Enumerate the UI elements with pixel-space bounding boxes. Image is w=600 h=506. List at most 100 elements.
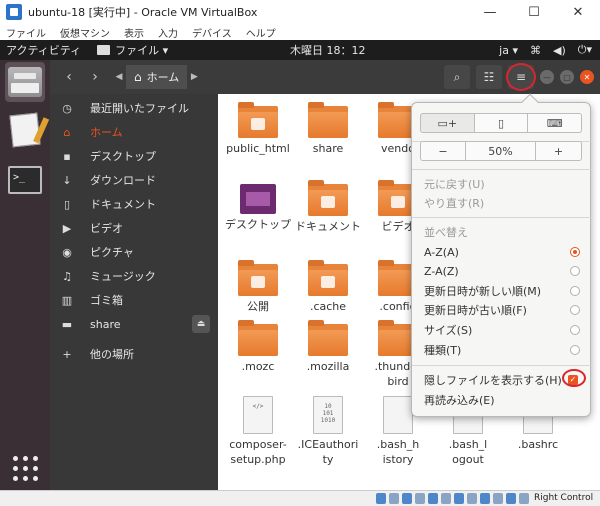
network-icon[interactable]: ⌘ bbox=[530, 44, 541, 57]
network-icon[interactable] bbox=[415, 493, 425, 504]
vbox-statusbar: Right Control bbox=[0, 490, 600, 506]
ubuntu-topbar: アクティビティ ファイル ▾ 木曜日 18：12 ja ▾ ⌘ ◀) ⏻▾ bbox=[0, 40, 600, 60]
input-method-indicator[interactable]: ja ▾ bbox=[499, 44, 518, 57]
sort-type-item[interactable]: 種類(T) bbox=[424, 341, 584, 359]
eject-button[interactable]: ⏏ bbox=[192, 315, 210, 333]
radio[interactable] bbox=[570, 305, 580, 315]
path-scroll-right-button[interactable]: ▶ bbox=[187, 65, 201, 89]
terminal-icon: >_ bbox=[8, 166, 42, 194]
activities-button[interactable]: アクティビティ bbox=[6, 42, 81, 58]
window-close-button[interactable]: ✕ bbox=[580, 70, 594, 84]
menu-devices[interactable]: デバイス bbox=[192, 25, 232, 40]
zoom-level[interactable]: 50% bbox=[466, 141, 536, 161]
back-button[interactable]: ‹ bbox=[58, 66, 80, 88]
show-applications-button[interactable] bbox=[5, 450, 45, 486]
sort-newest-item[interactable]: 更新日時が新しい順(M) bbox=[424, 282, 584, 300]
redo-item[interactable]: やり直す(R) bbox=[424, 194, 584, 212]
radio[interactable] bbox=[570, 345, 580, 355]
menu-view[interactable]: 表示 bbox=[124, 25, 144, 40]
path-home-button[interactable]: ⌂ ホーム bbox=[126, 65, 188, 89]
file-name: .bash_logout bbox=[448, 438, 488, 466]
minimize-button[interactable]: — bbox=[468, 0, 512, 24]
sort-oldest-item[interactable]: 更新日時が古い順(F) bbox=[424, 301, 584, 319]
sidebar-item-other-locations[interactable]: + 他の場所 bbox=[50, 342, 218, 366]
audio-icon[interactable] bbox=[402, 493, 412, 504]
sidebar-item-pictures[interactable]: ◉ ピクチャ bbox=[50, 240, 218, 264]
open-terminal-button[interactable]: ⌨ bbox=[528, 113, 583, 133]
window-maximize-button[interactable]: ▢ bbox=[560, 70, 574, 84]
new-folder-button[interactable]: ▭+ bbox=[420, 113, 475, 133]
close-button[interactable]: ✕ bbox=[556, 0, 600, 24]
sidebar-item-videos[interactable]: ▶ ビデオ bbox=[50, 216, 218, 240]
power-icon[interactable]: ⏻▾ bbox=[578, 43, 592, 57]
file-item[interactable]: 10 101 1010 .ICEauthority bbox=[288, 396, 368, 467]
arrow-icon[interactable] bbox=[519, 493, 529, 504]
volume-icon[interactable]: ◀) bbox=[553, 44, 566, 57]
sidebar-item-home[interactable]: ⌂ ホーム bbox=[50, 120, 218, 144]
dock-terminal[interactable]: >_ bbox=[5, 160, 45, 200]
dock-files[interactable] bbox=[5, 62, 45, 102]
sort-option-label: 更新日時が古い順(F) bbox=[424, 304, 527, 317]
usb-icon[interactable] bbox=[428, 493, 438, 504]
file-item[interactable]: .cache bbox=[288, 260, 368, 314]
file-item[interactable]: .mozc bbox=[218, 320, 298, 374]
sidebar-item-trash[interactable]: ▥ ゴミ箱 bbox=[50, 288, 218, 312]
display-icon[interactable] bbox=[454, 493, 464, 504]
menu-input[interactable]: 入力 bbox=[158, 25, 178, 40]
menu-machine[interactable]: 仮想マシン bbox=[60, 25, 110, 40]
bookmark-button[interactable]: ▯ bbox=[474, 113, 529, 133]
sidebar-item-desktop[interactable]: ▪ デスクトップ bbox=[50, 144, 218, 168]
forward-button[interactable]: › bbox=[84, 66, 106, 88]
view-mode-button[interactable]: ☷ bbox=[476, 65, 502, 89]
file-name: share bbox=[312, 142, 344, 155]
maximize-button[interactable]: ☐ bbox=[512, 0, 556, 24]
zoom-out-button[interactable]: − bbox=[420, 141, 466, 161]
sort-za-item[interactable]: Z-A(Z) bbox=[424, 262, 584, 280]
window-minimize-button[interactable]: — bbox=[540, 70, 554, 84]
file-item[interactable]: public_html bbox=[218, 102, 298, 156]
sidebar-item-label: ダウンロード bbox=[90, 174, 156, 187]
radio[interactable] bbox=[570, 286, 580, 296]
sidebar-item-label: 他の場所 bbox=[90, 348, 134, 361]
dock-text-editor[interactable] bbox=[5, 110, 45, 150]
sort-size-item[interactable]: サイズ(S) bbox=[424, 321, 584, 339]
file-item[interactable]: デスクトップ bbox=[218, 184, 298, 232]
sidebar-item-music[interactable]: ♫ ミュージック bbox=[50, 264, 218, 288]
sidebar-item-downloads[interactable]: ↓ ダウンロード bbox=[50, 168, 218, 192]
folder-icon bbox=[308, 320, 348, 356]
path-scroll-left-button[interactable]: ◀ bbox=[112, 65, 126, 89]
sidebar-item-documents[interactable]: ▯ ドキュメント bbox=[50, 192, 218, 216]
sort-az-item[interactable]: A-Z(A) bbox=[424, 243, 584, 261]
menu-file[interactable]: ファイル bbox=[6, 25, 46, 40]
reload-item[interactable]: 再読み込み(E) bbox=[424, 391, 584, 409]
optical-drive-icon[interactable] bbox=[389, 493, 399, 504]
menu-help[interactable]: ヘルプ bbox=[246, 25, 276, 40]
show-hidden-files-item[interactable]: 隠しファイルを表示する(H) ✓ bbox=[424, 369, 586, 389]
file-item[interactable]: </> composer-setup.php bbox=[218, 396, 298, 467]
radio-selected[interactable] bbox=[570, 247, 580, 257]
mouse-integration-icon[interactable] bbox=[493, 493, 503, 504]
sidebar-item-share[interactable]: ▬ share ⏏ bbox=[50, 312, 218, 336]
shared-folder-icon[interactable] bbox=[441, 493, 451, 504]
radio[interactable] bbox=[570, 266, 580, 276]
host-key-label: Right Control bbox=[534, 493, 594, 503]
cpu-icon[interactable] bbox=[480, 493, 490, 504]
file-item[interactable]: 公開 bbox=[218, 260, 298, 314]
lock-emblem-icon bbox=[321, 276, 335, 288]
recording-icon[interactable] bbox=[467, 493, 477, 504]
radio[interactable] bbox=[570, 325, 580, 335]
file-item[interactable]: .mozilla bbox=[288, 320, 368, 374]
menu-button[interactable]: ≡ bbox=[506, 63, 536, 91]
app-menu-button[interactable]: ファイル ▾ bbox=[97, 42, 168, 58]
clock[interactable]: 木曜日 18：12 bbox=[290, 42, 366, 58]
zoom-in-button[interactable]: + bbox=[536, 141, 582, 161]
undo-item[interactable]: 元に戻す(U) bbox=[424, 175, 584, 193]
search-button[interactable]: ⌕ bbox=[444, 65, 470, 89]
keyboard-icon[interactable] bbox=[506, 493, 516, 504]
sidebar-item-label: ミュージック bbox=[90, 270, 156, 283]
hard-disk-icon[interactable] bbox=[376, 493, 386, 504]
sort-option-label: サイズ(S) bbox=[424, 324, 473, 337]
file-item[interactable]: ドキュメント bbox=[288, 180, 368, 234]
sidebar-item-recent[interactable]: ◷ 最近開いたファイル bbox=[50, 96, 218, 120]
file-item[interactable]: share bbox=[288, 102, 368, 156]
